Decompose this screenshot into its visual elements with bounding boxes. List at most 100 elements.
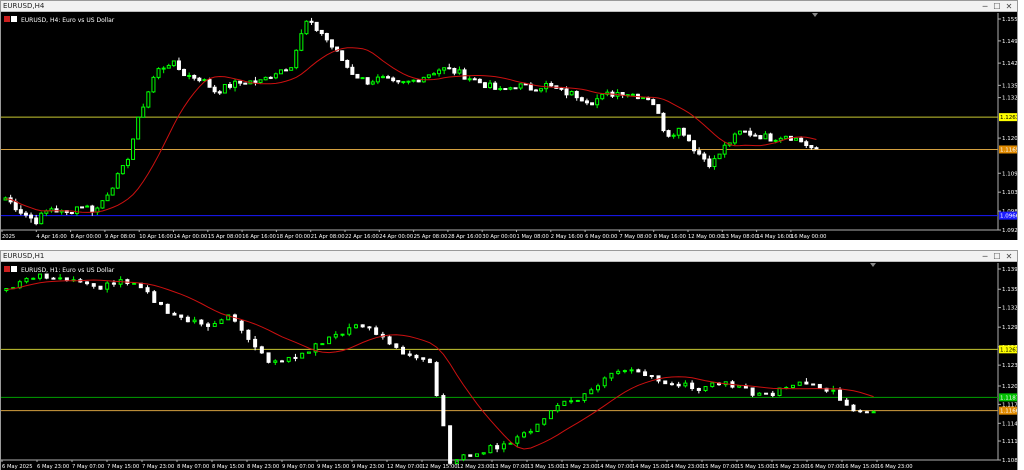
candle-body	[286, 356, 291, 362]
candle-body	[386, 76, 391, 79]
chart-shift-icon	[870, 263, 876, 267]
chart-window-h1[interactable]: EURUSD,H1 ─ ☐ ✕ EURUSD, H1: Euro vs US D…	[0, 250, 1018, 470]
candle-body	[34, 217, 39, 225]
chart-window-h4[interactable]: EURUSD,H4 ─ ☐ ✕ EURUSD, H4: Euro vs US D…	[0, 0, 1018, 240]
candle-body	[258, 79, 263, 83]
candle-body	[172, 312, 177, 316]
candle-body	[91, 283, 96, 287]
candle-body	[18, 209, 23, 214]
candle-body	[437, 69, 442, 75]
price-chart-h1[interactable]: EURUSD, H1: Euro vs US Dollar 1.1390 1.135…	[1, 263, 1017, 470]
time-tick-label: 8 May 07:00	[177, 464, 209, 470]
candle-body	[360, 77, 365, 80]
candle-body	[333, 333, 338, 338]
price-tick-label: 1.14260	[1002, 61, 1017, 67]
candle-body	[797, 381, 802, 386]
candle-body	[100, 200, 105, 209]
close-icon[interactable]: ✕	[1003, 1, 1015, 12]
candle-body	[548, 410, 553, 420]
level-price-label: 1.1187	[1000, 395, 1017, 401]
candle-body	[396, 80, 401, 83]
time-tick-label: 16 Apr 16:00	[242, 234, 276, 240]
price-tick-label: 1.1329	[1002, 306, 1017, 312]
candle-body	[85, 205, 90, 208]
candle-body	[702, 153, 707, 160]
candle-body	[176, 60, 181, 70]
candle-body	[692, 140, 697, 152]
candle-body	[753, 134, 758, 137]
candle-body	[758, 135, 763, 140]
maximize-icon[interactable]: ☐	[991, 251, 1003, 262]
candle-body	[132, 282, 137, 285]
candle-body	[278, 69, 283, 75]
candle-body	[212, 323, 217, 327]
candle-body	[474, 453, 479, 457]
candle-body	[434, 362, 439, 397]
candle-body	[703, 386, 708, 391]
candle-body	[676, 127, 681, 136]
candle-body	[683, 382, 688, 387]
level-price-label: 1.1166	[1000, 409, 1017, 415]
candle-body	[549, 82, 554, 87]
candle-body	[39, 212, 44, 225]
minimize-icon[interactable]: ─	[979, 1, 991, 12]
candle-body	[182, 68, 187, 77]
time-tick-label: 4 Apr 16:00	[36, 234, 67, 240]
time-tick-label: 9 May 07:00	[282, 464, 314, 470]
time-tick-label: 9 May 23:00	[352, 464, 384, 470]
candle-body	[365, 77, 370, 85]
candle-body	[777, 387, 782, 396]
candle-body	[90, 205, 95, 213]
price-tick-label: 1.09230	[1002, 228, 1017, 234]
candle-body	[609, 372, 614, 379]
candle-body	[13, 201, 18, 211]
candle-body	[646, 97, 651, 101]
time-tick-label: 9 Apr 08:00	[105, 234, 136, 240]
minimize-icon[interactable]: ─	[979, 251, 991, 262]
candle-body	[712, 158, 717, 168]
candle-body	[431, 73, 436, 76]
candle-body	[559, 87, 564, 90]
price-tick-label: 1.13220	[1002, 96, 1017, 102]
candle-body	[764, 392, 769, 395]
candle-body	[488, 445, 493, 454]
candle-body	[630, 93, 635, 96]
candle-body	[641, 97, 646, 100]
candle-body	[187, 74, 192, 77]
candle-body	[462, 69, 467, 80]
close-icon[interactable]: ✕	[1003, 251, 1015, 262]
level-price-label: 1.12632	[1000, 115, 1017, 121]
candle-body	[676, 383, 681, 387]
price-tick-label: 1.1298	[1002, 325, 1017, 331]
chart-canvas-h1[interactable]: EURUSD, H1: Euro vs US Dollar 1.1390 1.135…	[1, 263, 1017, 470]
candle-body	[763, 133, 768, 140]
candle-body	[387, 336, 392, 345]
candle-body	[401, 81, 406, 84]
candle-body	[273, 360, 278, 363]
candle-body	[651, 99, 656, 106]
time-tick-label: 15 May 23:00	[772, 464, 808, 470]
candle-body	[263, 76, 268, 81]
candle-body	[156, 68, 161, 78]
price-tick-label: 1.13590	[1002, 83, 1017, 89]
time-tick-label: 6 May 2025	[2, 464, 33, 470]
candle-body	[37, 273, 42, 279]
time-tick-label: 7 May 08:00	[619, 234, 651, 240]
candle-body	[710, 382, 715, 388]
price-chart-h4[interactable]: EURUSD, H4: Euro vs US Dollar 1.15590 1.14…	[1, 13, 1017, 240]
symbol-icon	[11, 16, 17, 22]
candle-body	[329, 39, 334, 48]
window-titlebar-h4[interactable]: EURUSD,H4 ─ ☐ ✕	[1, 1, 1017, 12]
candle-body	[161, 67, 166, 70]
candle-body	[80, 206, 85, 209]
window-titlebar-h1[interactable]: EURUSD,H1 ─ ☐ ✕	[1, 251, 1017, 262]
candle-body	[579, 97, 584, 102]
candle-body	[602, 377, 607, 387]
candle-body	[584, 100, 589, 104]
candle-body	[528, 430, 533, 434]
chart-canvas-h4[interactable]: EURUSD, H4: Euro vs US Dollar 1.15590 1.14…	[1, 13, 1017, 240]
candle-body	[533, 89, 538, 92]
candle-body	[858, 410, 863, 413]
candle-body	[686, 134, 691, 142]
maximize-icon[interactable]: ☐	[991, 1, 1003, 12]
